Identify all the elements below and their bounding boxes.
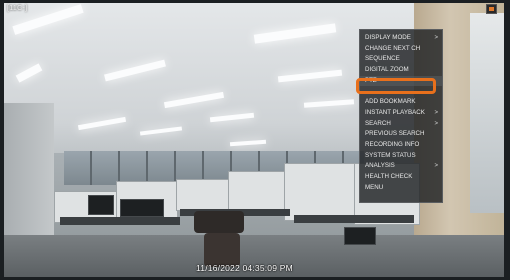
monitor [88, 195, 114, 215]
chevron-right-icon: > [434, 35, 438, 41]
menu-item-label: SEQUENCE [365, 55, 400, 63]
menu-item-previous-search[interactable]: PREVIOUS SEARCH [360, 129, 442, 140]
menu-item-system-status[interactable]: SYSTEM STATUS [360, 151, 442, 162]
desk [60, 217, 180, 225]
menu-item-health-check[interactable]: HEALTH CHECK [360, 172, 442, 183]
channel-label: [11C-] [7, 5, 28, 12]
office-chair [204, 233, 240, 267]
menu-item-label: INSTANT PLAYBACK [365, 108, 425, 116]
menu-item-label: DISPLAY MODE [365, 34, 411, 41]
menu-item-instant-playback[interactable]: INSTANT PLAYBACK > [360, 108, 442, 119]
chevron-right-icon: > [434, 120, 438, 127]
office-chair [194, 211, 244, 233]
ptz-highlight-box [356, 78, 436, 94]
menu-item-label: HEALTH CHECK [365, 172, 413, 180]
menu-item-search[interactable]: SEARCH > [360, 119, 442, 130]
right-window [470, 13, 504, 213]
alert-icon[interactable] [486, 4, 497, 14]
menu-item-display-mode[interactable]: DISPLAY MODE > [360, 33, 442, 44]
menu-item-label: DIGITAL ZOOM [365, 66, 409, 74]
menu-item-label: SEARCH [365, 119, 391, 127]
cubicle-partition [176, 179, 230, 211]
menu-item-label: ANALYSIS [365, 162, 395, 170]
menu-item-change-next-ch[interactable]: CHANGE NEXT CH [360, 44, 442, 55]
menu-item-add-bookmark[interactable]: ADD BOOKMARK [360, 97, 442, 108]
menu-item-sequence[interactable]: SEQUENCE [360, 54, 442, 65]
cubicle-partition [284, 163, 356, 221]
menu-item-menu[interactable]: MENU [360, 183, 442, 194]
chevron-right-icon: > [434, 109, 438, 116]
menu-item-digital-zoom[interactable]: DIGITAL ZOOM [360, 65, 442, 76]
menu-item-label: SYSTEM STATUS [365, 151, 416, 159]
timestamp: 11/16/2022 04:35:09 PM [196, 263, 293, 273]
monitor [120, 199, 164, 217]
menu-item-label: ADD BOOKMARK [365, 98, 416, 106]
menu-item-label: RECORDING INFO [365, 140, 420, 148]
menu-item-label: PREVIOUS SEARCH [365, 130, 425, 138]
context-menu: DISPLAY MODE > CHANGE NEXT CH SEQUENCE D… [359, 29, 443, 203]
menu-item-label: MENU [365, 183, 384, 191]
monitor [344, 227, 376, 245]
menu-item-label: CHANGE NEXT CH [365, 44, 421, 52]
menu-item-analysis[interactable]: ANALYSIS > [360, 161, 442, 172]
desk [294, 215, 414, 223]
chevron-right-icon: > [434, 163, 438, 170]
menu-item-recording-info[interactable]: RECORDING INFO [360, 140, 442, 151]
